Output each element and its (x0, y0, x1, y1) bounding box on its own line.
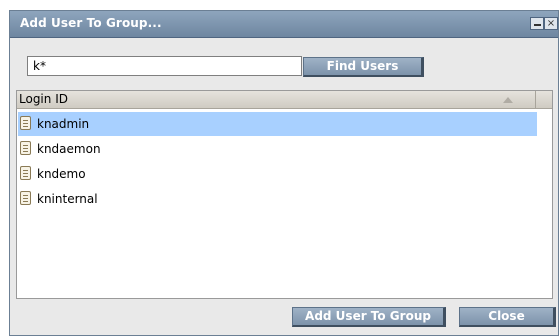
login-id-label: knadmin (37, 117, 90, 131)
document-icon (20, 166, 31, 180)
login-id-label: kndemo (37, 167, 86, 181)
dialog-title: Add User To Group... (20, 16, 162, 30)
login-id-label: kninternal (37, 192, 98, 206)
login-id-label: kndaemon (37, 142, 101, 156)
dialog-titlebar[interactable]: Add User To Group... × (10, 11, 558, 38)
minimize-icon[interactable] (530, 17, 544, 30)
users-list: Login ID knadmin kndaemon kndemo kninter… (16, 90, 553, 299)
find-users-button[interactable]: Find Users (303, 57, 424, 77)
add-user-to-group-dialog: Add User To Group... × Find Users Login … (9, 10, 559, 336)
column-header-label: Login ID (19, 92, 68, 106)
list-item[interactable]: knadmin (18, 112, 537, 136)
close-button[interactable]: Close (459, 307, 556, 327)
list-item[interactable]: kndemo (18, 162, 537, 186)
column-header-login-id[interactable]: Login ID (17, 91, 535, 109)
search-input[interactable] (27, 56, 302, 76)
document-icon (20, 191, 31, 205)
list-item[interactable]: kninternal (18, 187, 537, 211)
sort-ascending-icon (503, 97, 513, 103)
header-filler (535, 91, 552, 109)
document-icon (20, 116, 31, 130)
list-item[interactable]: kndaemon (18, 137, 537, 161)
close-icon[interactable]: × (544, 17, 558, 30)
document-icon (20, 141, 31, 155)
add-user-to-group-button[interactable]: Add User To Group (292, 307, 446, 327)
